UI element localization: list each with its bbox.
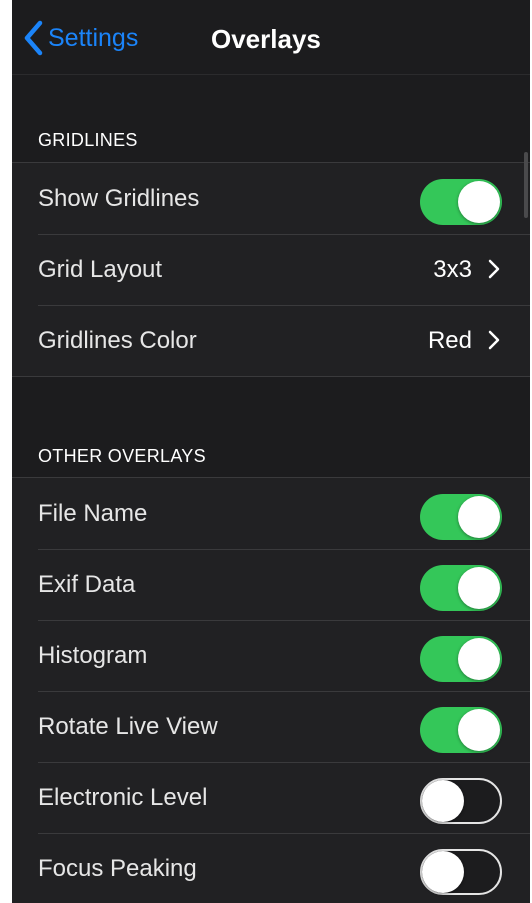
row-label: Grid Layout [38, 256, 163, 283]
page-title: Overlays [211, 24, 321, 54]
section-header-gridlines: GRIDLINES [12, 126, 530, 156]
row-electronic-level: Electronic Level [12, 762, 530, 833]
row-label: Rotate Live View [38, 713, 218, 740]
toggle-knob [422, 851, 464, 893]
row-rotate-live-view: Rotate Live View [12, 691, 530, 762]
row-gridlines-color[interactable]: Gridlines Color Red [12, 305, 530, 376]
grid-layout-value: 3x3 [433, 256, 472, 283]
show-gridlines-toggle[interactable] [420, 179, 502, 225]
toggle-knob [422, 780, 464, 822]
electronic-level-toggle[interactable] [420, 778, 502, 824]
settings-screen: Settings Overlays GRIDLINES Show Gridlin… [12, 0, 530, 903]
row-focus-peaking: Focus Peaking [12, 833, 530, 903]
file-name-toggle[interactable] [420, 494, 502, 540]
navigation-bar: Settings Overlays [12, 0, 530, 75]
row-histogram: Histogram [12, 620, 530, 691]
scroll-indicator[interactable] [524, 152, 528, 218]
row-label: Exif Data [38, 571, 136, 598]
row-label: Show Gridlines [38, 185, 200, 212]
back-button-label: Settings [48, 23, 139, 52]
rotate-live-view-toggle[interactable] [420, 707, 502, 753]
toggle-knob [458, 709, 500, 751]
gridlines-group: Show Gridlines Grid Layout 3x3 Gridlines… [12, 162, 530, 377]
row-exif-data: Exif Data [12, 549, 530, 620]
toggle-knob [458, 496, 500, 538]
focus-peaking-toggle[interactable] [420, 849, 502, 895]
section-header-label: OTHER OVERLAYS [38, 446, 206, 466]
back-button[interactable]: Settings [22, 18, 138, 58]
chevron-right-icon [488, 330, 500, 350]
row-file-name: File Name [12, 478, 530, 549]
histogram-toggle[interactable] [420, 636, 502, 682]
row-show-gridlines: Show Gridlines [12, 163, 530, 234]
chevron-right-icon [488, 259, 500, 279]
toggle-knob [458, 181, 500, 223]
row-label: Focus Peaking [38, 855, 197, 882]
section-header-other-overlays: OTHER OVERLAYS [12, 442, 530, 472]
exif-data-toggle[interactable] [420, 565, 502, 611]
section-header-label: GRIDLINES [38, 130, 138, 150]
chevron-left-icon [24, 20, 43, 56]
toggle-knob [458, 638, 500, 680]
toggle-knob [458, 567, 500, 609]
row-label: File Name [38, 500, 148, 527]
row-label: Electronic Level [38, 784, 208, 811]
gridlines-color-value: Red [427, 327, 472, 354]
row-label: Gridlines Color [38, 327, 197, 354]
row-label: Histogram [38, 642, 148, 669]
row-grid-layout[interactable]: Grid Layout 3x3 [12, 234, 530, 305]
other-overlays-group: File Name Exif Data Histogram Rotate Liv… [12, 477, 530, 903]
